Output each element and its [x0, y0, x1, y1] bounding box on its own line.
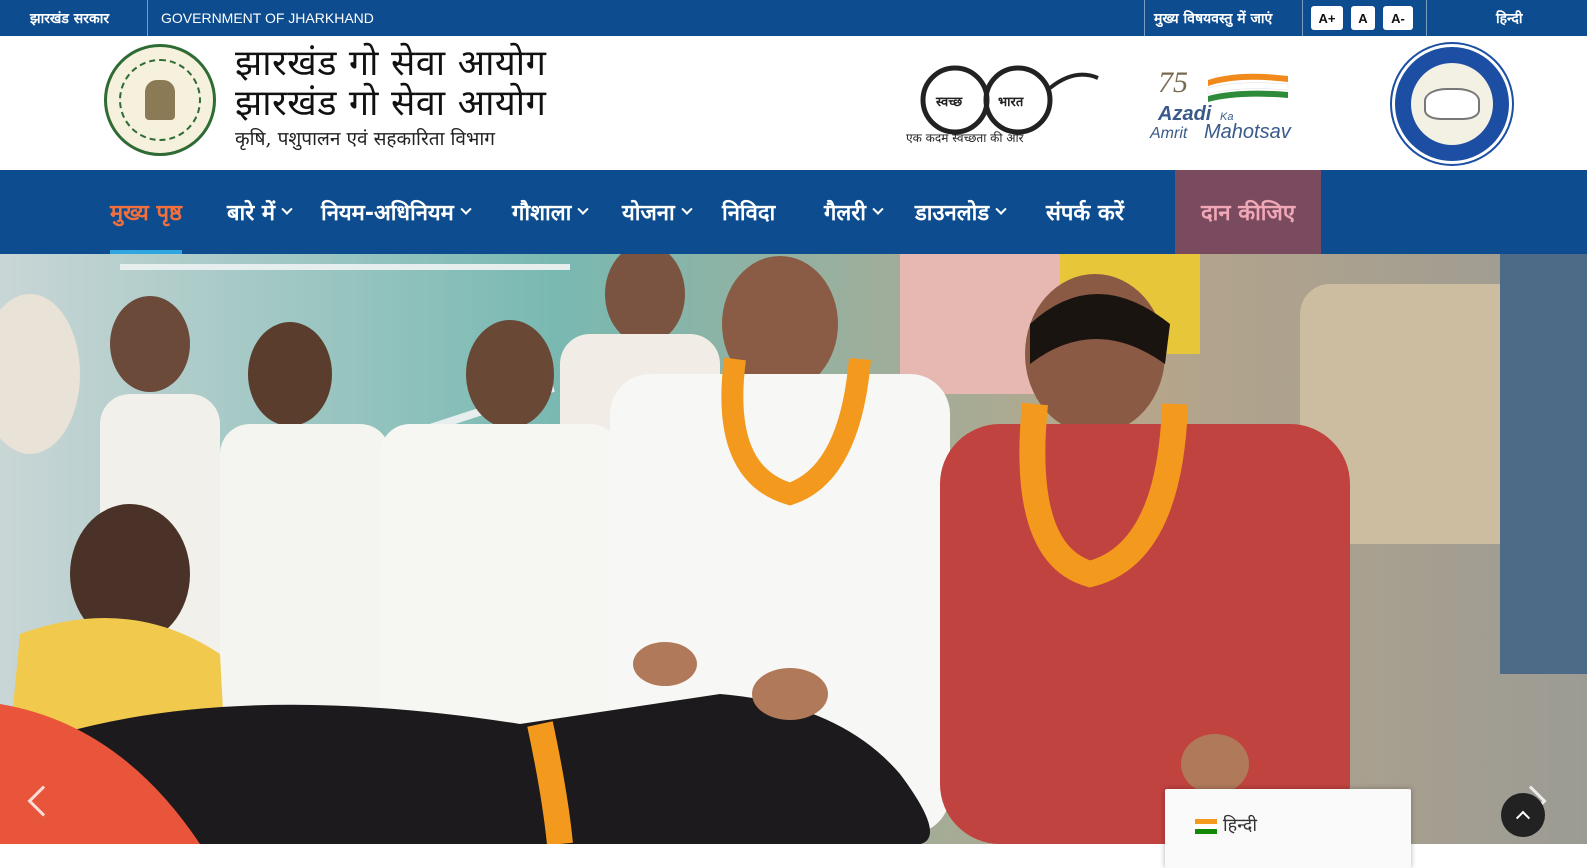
amrit-word: Amrit: [1149, 125, 1188, 142]
cow-icon: [1424, 88, 1480, 120]
nav-label: बारे में: [227, 201, 276, 226]
chevron-down-icon: [281, 203, 293, 215]
nav-item-tenders[interactable]: निविदा: [722, 170, 775, 254]
nav-label: निविदा: [722, 201, 776, 226]
chevron-down-icon: [460, 203, 472, 215]
logo-inner-ring: [1411, 63, 1493, 145]
nav-item-downloads[interactable]: डाउनलोड: [915, 170, 1007, 254]
site-title[interactable]: झारखंड गो सेवा आयोग झारखंड गो सेवा आयोग: [235, 44, 546, 124]
nav-item-schemes[interactable]: योजना: [622, 170, 693, 254]
divider: [1144, 0, 1145, 36]
nav-item-contact[interactable]: संपर्क करें: [1046, 170, 1124, 254]
nav-label: योजना: [622, 201, 675, 226]
azadi-number: 75: [1158, 66, 1188, 99]
divider: [1302, 0, 1303, 36]
chevron-down-icon: [577, 203, 590, 215]
swachh-text-left: स्वच्छ: [935, 95, 963, 110]
divider: [1426, 0, 1427, 36]
jharkhand-government-emblem[interactable]: [104, 44, 216, 156]
department-subtitle: कृषि, पशुपालन एवं सहकारिता विभाग: [235, 128, 495, 150]
nav-label: संपर्क करें: [1046, 201, 1124, 226]
nav-item-rules[interactable]: नियम-अधिनियम: [321, 170, 472, 254]
nav-label: नियम-अधिनियम: [321, 201, 454, 226]
state-government-hindi[interactable]: झारखंड सरकार: [30, 0, 109, 36]
chevron-down-icon: [995, 203, 1007, 215]
font-increase-button[interactable]: A+: [1311, 6, 1343, 30]
nav-label: मुख्य पृष्ठ: [110, 201, 182, 226]
site-title-line-2: झारखंड गो सेवा आयोग: [235, 83, 547, 124]
font-normal-button[interactable]: A: [1351, 6, 1375, 30]
nav-item-gaushala[interactable]: गौशाला: [512, 170, 590, 254]
site-header: झारखंड गो सेवा आयोग झारखंड गो सेवा आयोग …: [0, 36, 1587, 170]
language-switch-link[interactable]: हिन्दी: [1496, 0, 1522, 36]
nav-label: डाउनलोड: [915, 201, 990, 226]
ashoka-lion-icon: [145, 80, 175, 120]
emblem-inner-ring: [119, 59, 201, 141]
hero-carousel[interactable]: [0, 254, 1587, 844]
hero-slide-image: [0, 254, 1587, 844]
chevron-up-icon: [1515, 810, 1531, 825]
nav-label: गौशाला: [512, 201, 572, 226]
azadi-ka-amrit-mahotsav-logo[interactable]: 75 Azadi Ka Amrit Mahotsav: [1148, 62, 1328, 142]
swachh-text-right: भारत: [998, 95, 1024, 110]
swachh-caption: एक कदम स्वच्छता की ओर: [906, 131, 1024, 145]
india-flag-icon: [1195, 819, 1217, 834]
chevron-down-icon: [872, 203, 884, 215]
donate-button[interactable]: दान कीजिए: [1175, 170, 1321, 254]
top-utility-bar: झारखंड सरकार GOVERNMENT OF JHARKHAND मुख…: [0, 0, 1587, 36]
nav-label: गैलरी: [824, 201, 866, 226]
divider: [147, 0, 148, 36]
skip-to-main-content-link[interactable]: मुख्य विषयवस्तु में जाएं: [1154, 0, 1272, 36]
nav-item-about[interactable]: बारे में: [227, 170, 293, 254]
chevron-down-icon: [681, 203, 693, 215]
language-selector[interactable]: हिन्दी: [1165, 789, 1411, 868]
site-title-line-1: झारखंड गो सेवा आयोग: [235, 43, 547, 84]
back-to-top-button[interactable]: [1501, 793, 1545, 837]
state-government-english[interactable]: GOVERNMENT OF JHARKHAND: [161, 0, 374, 36]
mahotsav-word: Mahotsav: [1204, 121, 1292, 142]
main-navigation: मुख्य पृष्ठ बारे में नियम-अधिनियम गौशाला…: [0, 170, 1587, 254]
font-decrease-button[interactable]: A-: [1383, 6, 1413, 30]
language-selector-label: हिन्दी: [1223, 815, 1258, 836]
nav-item-gallery[interactable]: गैलरी: [824, 170, 884, 254]
gau-seva-aayog-logo[interactable]: [1392, 44, 1512, 164]
nav-item-home[interactable]: मुख्य पृष्ठ: [110, 170, 182, 254]
